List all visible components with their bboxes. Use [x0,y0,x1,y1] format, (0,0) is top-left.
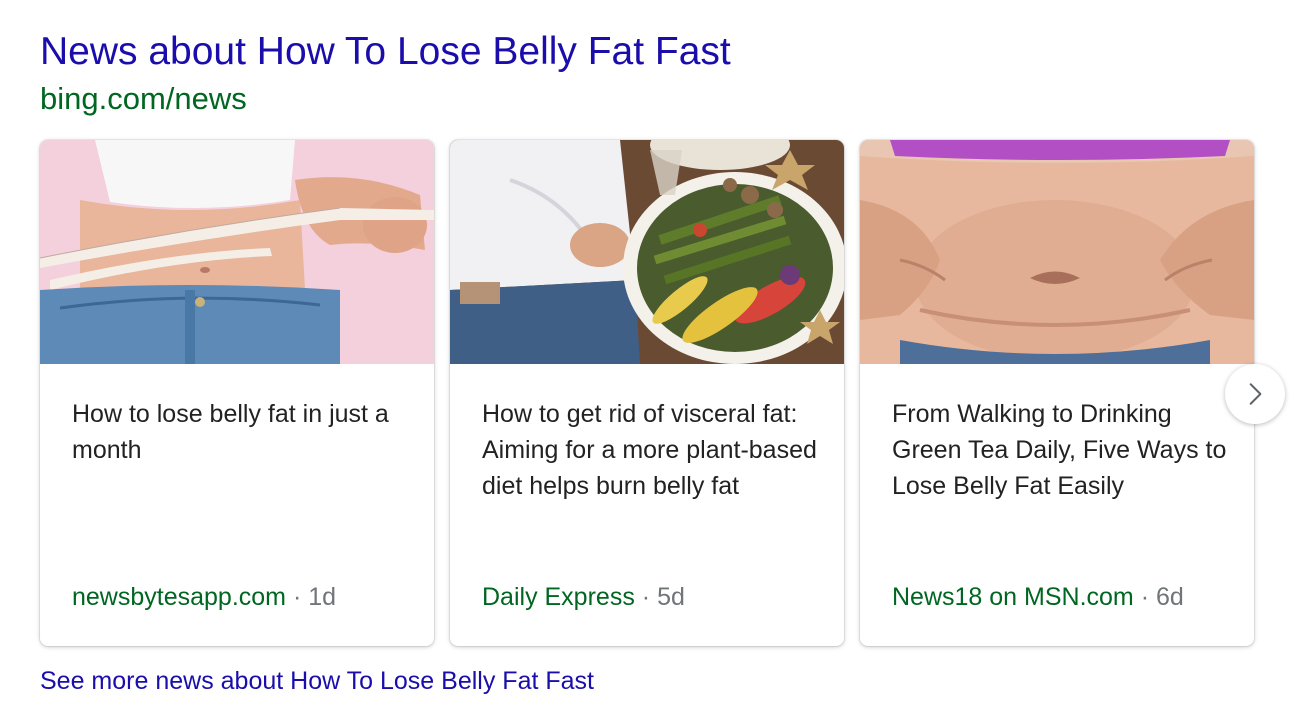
news-section-title-link[interactable]: News about How To Lose Belly Fat Fast [40,28,731,76]
chevron-right-icon [1249,383,1262,405]
meta-separator: · [292,583,302,611]
news-card-age: 6d [1155,583,1184,611]
news-carousel: How to lose belly fat in just a month ne… [40,140,1256,648]
news-card-source: newsbytesapp.com [72,583,287,611]
news-card-source: Daily Express [482,583,635,611]
news-card[interactable]: How to lose belly fat in just a month ne… [40,140,434,646]
news-card[interactable]: From Walking to Drinking Green Tea Daily… [860,140,1254,646]
news-card-image [450,140,844,364]
news-card-image [860,140,1254,364]
news-card-image [40,140,434,364]
source-url: bing.com/news [40,81,247,116]
see-more-news-link[interactable]: See more news about How To Lose Belly Fa… [40,664,594,698]
news-card-age: 5d [657,583,685,611]
news-card-meta: News18 on MSN.com · 6d [892,580,1184,614]
news-card-age: 1d [308,583,337,611]
news-card-source: News18 on MSN.com [892,583,1134,611]
meta-separator: · [1140,583,1150,611]
news-card-meta: Daily Express · 5d [482,580,685,614]
carousel-next-button[interactable] [1225,364,1285,424]
news-card-headline: From Walking to Drinking Green Tea Daily… [892,400,1227,500]
news-card-meta: newsbytesapp.com · 1d [72,580,336,614]
news-card-headline: How to lose belly fat in just a month [72,400,389,464]
news-card-headline: How to get rid of visceral fat: Aiming f… [482,400,817,500]
meta-separator: · [641,583,651,611]
news-card[interactable]: How to get rid of visceral fat: Aiming f… [450,140,844,646]
